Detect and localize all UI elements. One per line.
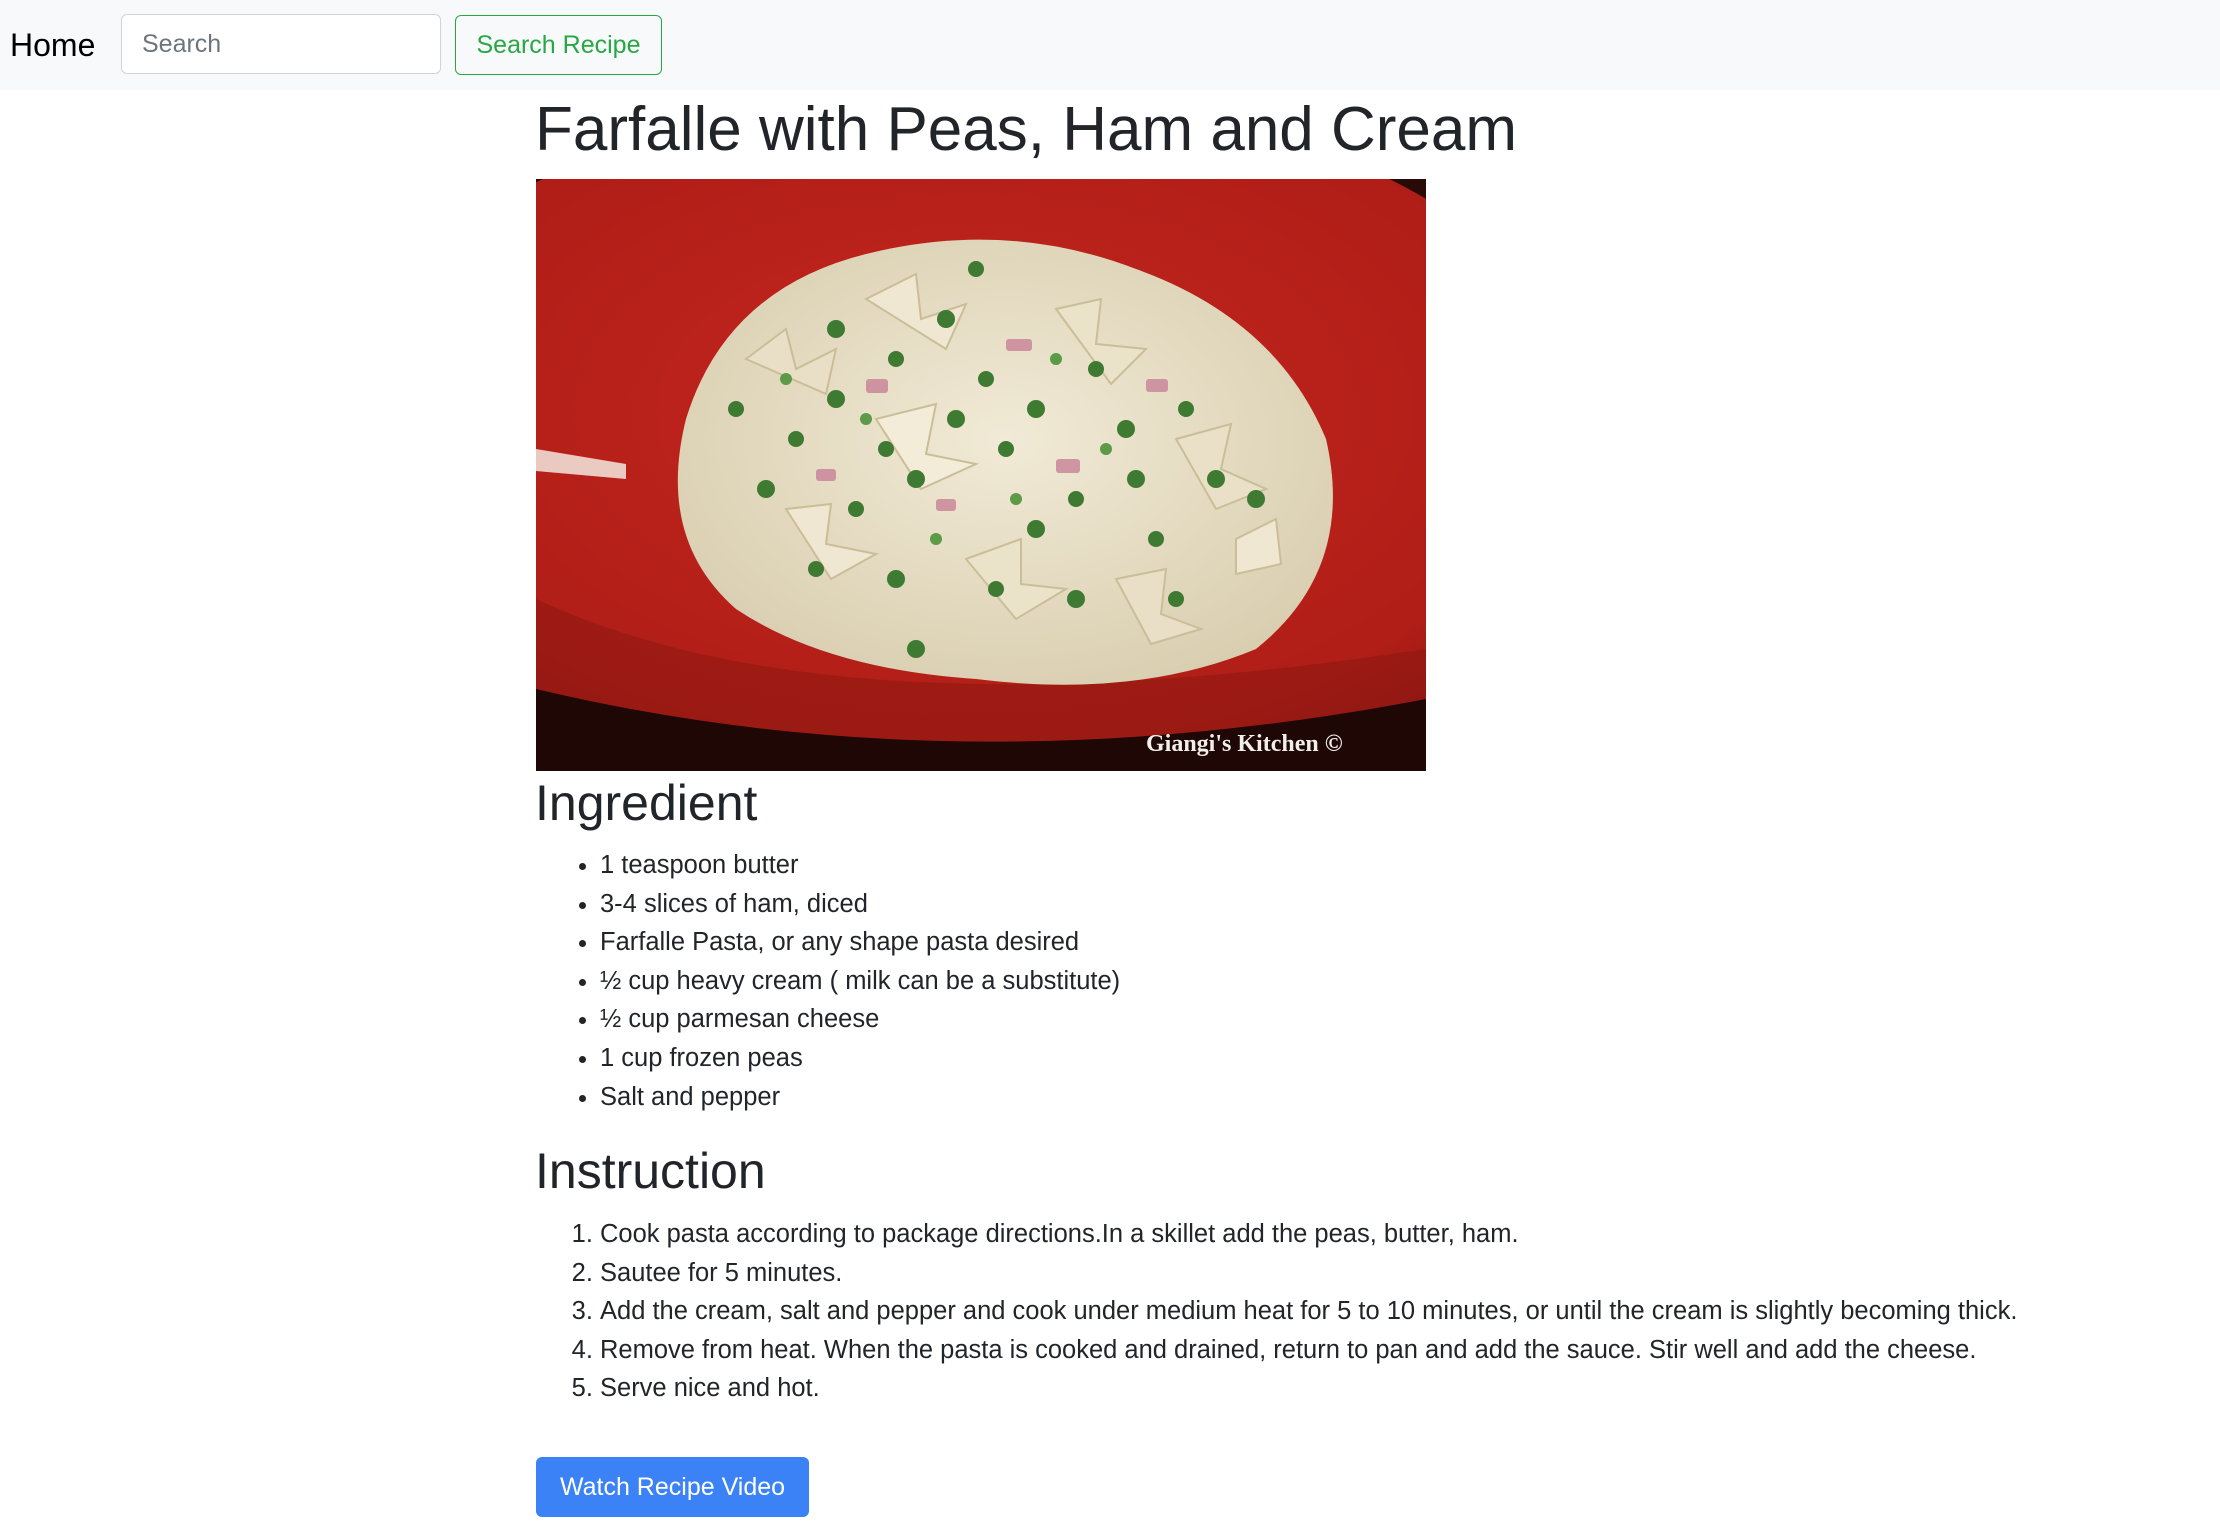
list-item: 1 cup frozen peas xyxy=(600,1039,1120,1078)
instruction-list: Cook pasta according to package directio… xyxy=(536,1215,2017,1408)
list-item: Salt and pepper xyxy=(600,1078,1120,1117)
watermark-text: Giangi's Kitchen © xyxy=(1146,731,1343,757)
list-item: Add the cream, salt and pepper and cook … xyxy=(600,1292,2017,1331)
list-item: 3-4 slices of ham, diced xyxy=(600,885,1120,924)
list-item: Farfalle Pasta, or any shape pasta desir… xyxy=(600,923,1120,962)
list-item: ½ cup heavy cream ( milk can be a substi… xyxy=(600,962,1120,1001)
home-link[interactable]: Home xyxy=(10,22,95,68)
search-recipe-button[interactable]: Search Recipe xyxy=(455,15,662,75)
list-item: 1 teaspoon butter xyxy=(600,846,1120,885)
search-input[interactable] xyxy=(121,14,441,74)
list-item: Remove from heat. When the pasta is cook… xyxy=(600,1331,2017,1370)
recipe-title: Farfalle with Peas, Ham and Cream xyxy=(535,95,1518,164)
list-item: Sautee for 5 minutes. xyxy=(600,1254,2017,1293)
recipe-image: Giangi's Kitchen © xyxy=(536,179,1426,771)
list-item: Serve nice and hot. xyxy=(600,1369,2017,1408)
watch-recipe-video-button[interactable]: Watch Recipe Video xyxy=(536,1457,809,1517)
instruction-heading: Instruction xyxy=(535,1143,766,1199)
list-item: Cook pasta according to package directio… xyxy=(600,1215,2017,1254)
ingredient-heading: Ingredient xyxy=(535,775,758,831)
ingredient-list: 1 teaspoon butter 3-4 slices of ham, dic… xyxy=(536,846,1120,1116)
list-item: ½ cup parmesan cheese xyxy=(600,1000,1120,1039)
navbar: Home Search Recipe xyxy=(0,0,2220,90)
